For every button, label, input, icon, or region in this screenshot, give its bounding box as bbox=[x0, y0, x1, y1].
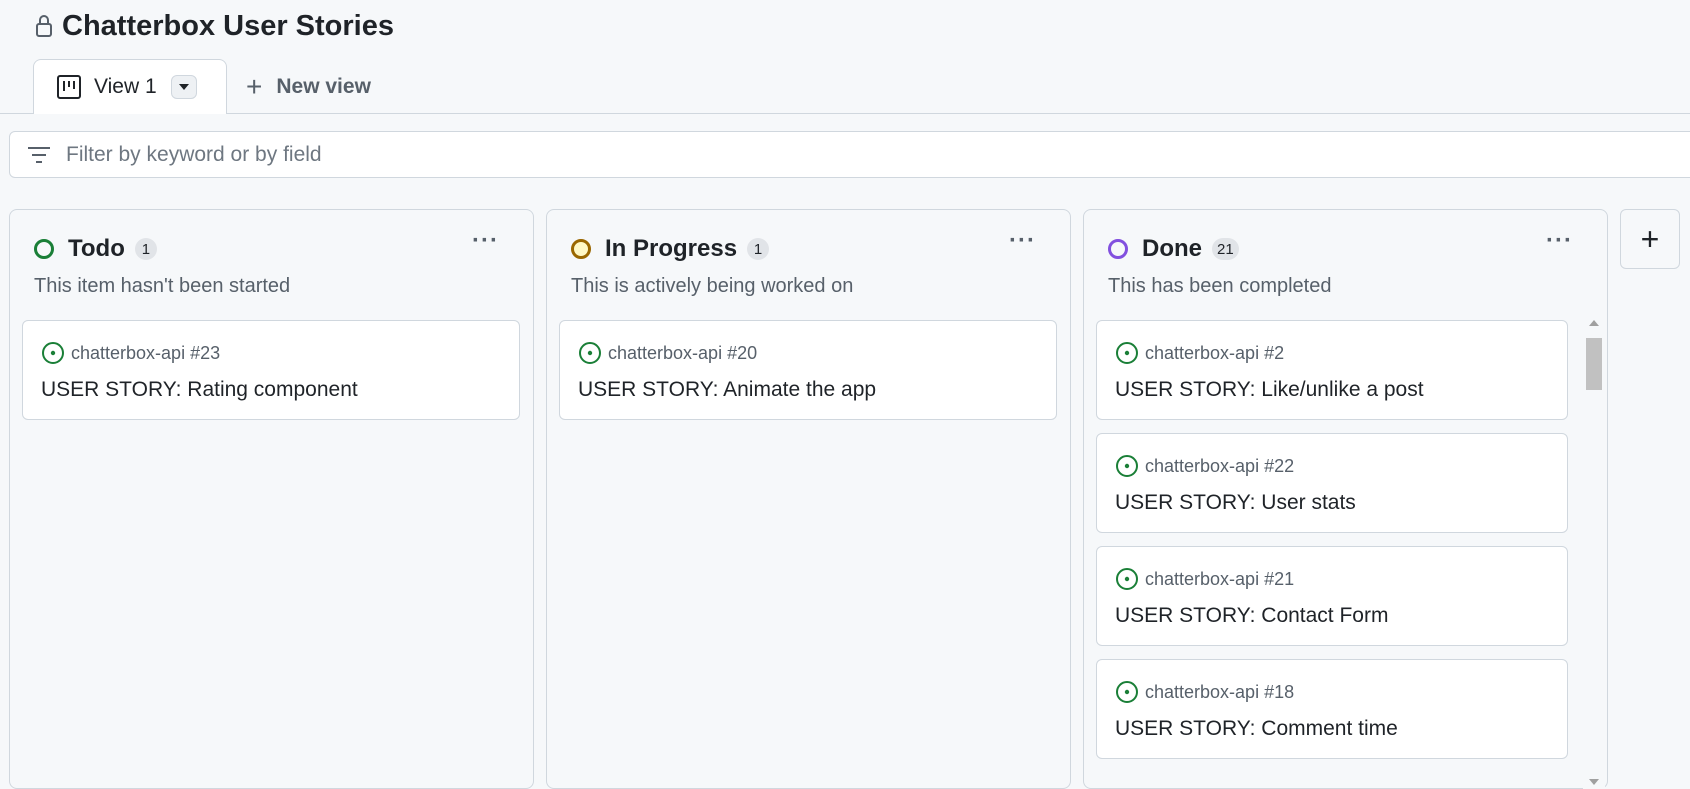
card-reference[interactable]: chatterbox-api #18 bbox=[1145, 682, 1294, 703]
issue-opened-icon bbox=[1116, 681, 1138, 703]
done-status-icon bbox=[1108, 239, 1128, 259]
card-item[interactable]: chatterbox-api #18 USER STORY: Comment t… bbox=[1096, 659, 1568, 759]
lock-icon bbox=[36, 15, 52, 37]
column-menu-button[interactable]: ··· bbox=[472, 229, 499, 253]
add-column-button[interactable]: + bbox=[1620, 209, 1680, 269]
card-reference[interactable]: chatterbox-api #22 bbox=[1145, 456, 1294, 477]
card-item[interactable]: chatterbox-api #21 USER STORY: Contact F… bbox=[1096, 546, 1568, 646]
card-meta: chatterbox-api #22 bbox=[1115, 454, 1294, 478]
card-item[interactable]: chatterbox-api #20 USER STORY: Animate t… bbox=[559, 320, 1057, 420]
issue-opened-icon bbox=[1116, 455, 1138, 477]
tab-view-1[interactable]: View 1 bbox=[33, 59, 227, 114]
issue-opened-icon bbox=[42, 342, 64, 364]
card-meta: chatterbox-api #20 bbox=[578, 341, 757, 365]
view-options-dropdown[interactable] bbox=[170, 75, 197, 99]
issue-opened-icon bbox=[579, 342, 601, 364]
card-reference[interactable]: chatterbox-api #21 bbox=[1145, 569, 1294, 590]
card-item[interactable]: chatterbox-api #22 USER STORY: User stat… bbox=[1096, 433, 1568, 533]
issue-opened-icon bbox=[1116, 568, 1138, 590]
card-title[interactable]: USER STORY: Animate the app bbox=[578, 378, 876, 402]
column-title: In Progress bbox=[605, 235, 738, 262]
column-header: In Progress 1 bbox=[571, 235, 770, 263]
column-todo: Todo 1 ··· This item hasn't been started… bbox=[9, 209, 534, 789]
filter-icon bbox=[28, 146, 50, 163]
card-reference[interactable]: chatterbox-api #2 bbox=[1145, 343, 1284, 364]
card-meta: chatterbox-api #2 bbox=[1115, 341, 1284, 365]
column-description: This is actively being worked on bbox=[571, 275, 854, 297]
column-menu-button[interactable]: ··· bbox=[1009, 229, 1036, 253]
column-menu-button[interactable]: ··· bbox=[1546, 229, 1573, 253]
card-reference[interactable]: chatterbox-api #20 bbox=[608, 343, 757, 364]
card-title[interactable]: USER STORY: Rating component bbox=[41, 378, 358, 402]
column-scrollbar[interactable] bbox=[1583, 314, 1605, 789]
scroll-up-arrow-icon[interactable] bbox=[1589, 320, 1599, 326]
card-title[interactable]: USER STORY: User stats bbox=[1115, 491, 1356, 515]
card-title[interactable]: USER STORY: Like/unlike a post bbox=[1115, 378, 1424, 402]
new-view-label: New view bbox=[276, 75, 371, 98]
title-row: Chatterbox User Stories bbox=[34, 6, 394, 46]
column-header: Done 21 bbox=[1108, 235, 1239, 263]
column-count: 21 bbox=[1212, 238, 1239, 260]
card-item[interactable]: chatterbox-api #23 USER STORY: Rating co… bbox=[22, 320, 520, 420]
scroll-down-arrow-icon[interactable] bbox=[1589, 779, 1599, 785]
plus-icon: + bbox=[246, 71, 263, 102]
page-title: Chatterbox User Stories bbox=[62, 9, 394, 42]
column-count: 1 bbox=[747, 238, 770, 260]
column-title: Todo bbox=[68, 235, 125, 262]
column-description: This item hasn't been started bbox=[34, 275, 291, 297]
card-meta: chatterbox-api #21 bbox=[1115, 567, 1294, 591]
column-description: This has been completed bbox=[1108, 275, 1332, 297]
project-board-icon bbox=[57, 75, 81, 99]
column-header: Todo 1 bbox=[34, 235, 157, 263]
scrollbar-thumb[interactable] bbox=[1586, 338, 1602, 390]
in-progress-status-icon bbox=[571, 239, 591, 259]
card-title[interactable]: USER STORY: Comment time bbox=[1115, 717, 1398, 741]
card-meta: chatterbox-api #23 bbox=[41, 341, 220, 365]
issue-opened-icon bbox=[1116, 342, 1138, 364]
project-header: Chatterbox User Stories View 1 + New vie… bbox=[0, 0, 1690, 114]
card-title[interactable]: USER STORY: Contact Form bbox=[1115, 604, 1388, 628]
todo-status-icon bbox=[34, 239, 54, 259]
card-meta: chatterbox-api #18 bbox=[1115, 680, 1294, 704]
card-item[interactable]: chatterbox-api #2 USER STORY: Like/unlik… bbox=[1096, 320, 1568, 420]
filter-input[interactable] bbox=[64, 141, 868, 168]
column-title: Done bbox=[1142, 235, 1202, 262]
column-done: Done 21 ··· This has been completed chat… bbox=[1083, 209, 1608, 789]
column-count: 1 bbox=[134, 238, 157, 260]
card-reference[interactable]: chatterbox-api #23 bbox=[71, 343, 220, 364]
filter-bar bbox=[9, 131, 1690, 178]
triangle-down-icon bbox=[178, 84, 189, 90]
tab-label: View 1 bbox=[94, 75, 157, 98]
column-in-progress: In Progress 1 ··· This is actively being… bbox=[546, 209, 1071, 789]
plus-icon: + bbox=[1640, 220, 1660, 257]
new-view-button[interactable]: + New view bbox=[246, 68, 371, 106]
